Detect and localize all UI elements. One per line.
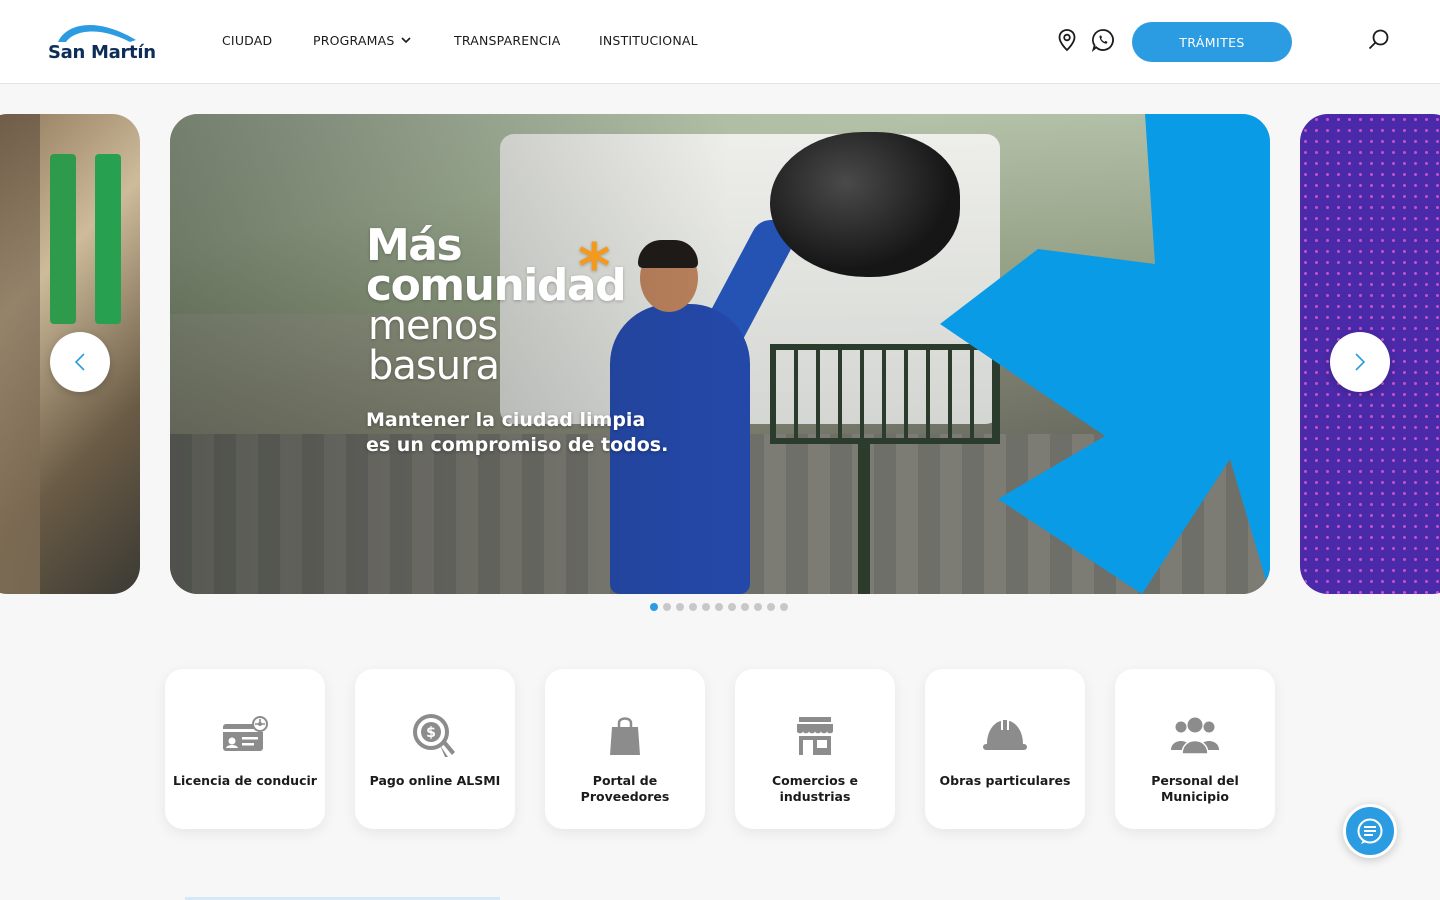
subline-line-2: es un compromiso de todos. — [366, 434, 669, 456]
quick-access-label: Portal de Proveedores — [580, 773, 670, 804]
carousel-dot[interactable] — [780, 603, 788, 611]
slide-image-background — [0, 114, 40, 594]
quick-access-obras[interactable]: Obras particulares — [925, 669, 1085, 829]
chat-button[interactable] — [1343, 804, 1397, 858]
chat-bubble-icon — [1357, 818, 1383, 844]
headline-asterisk: * — [578, 230, 611, 303]
carousel-prev-button[interactable] — [50, 332, 110, 392]
chevron-left-icon — [74, 353, 85, 371]
quick-access-label: Personal del Municipio — [1151, 773, 1239, 804]
svg-text:$: $ — [426, 725, 436, 741]
nav-institucional[interactable]: INSTITUCIONAL — [599, 33, 698, 48]
quick-access-pago-online[interactable]: $ Pago online ALSMI — [355, 669, 515, 829]
chevron-right-icon — [1355, 353, 1366, 371]
carousel-dot[interactable] — [767, 603, 775, 611]
slide-headline: Más comunidad * menos basura — [366, 224, 627, 389]
quick-access-personal[interactable]: Personal del Municipio — [1115, 669, 1275, 829]
quick-access-label: Licencia de conducir — [173, 773, 317, 788]
headline-line-3: menos — [368, 303, 498, 349]
driver-license-icon — [220, 713, 270, 759]
nav-programas[interactable]: PROGRAMAS — [313, 33, 411, 48]
quick-access-label: Obras particulares — [939, 773, 1071, 788]
carousel-dot[interactable] — [715, 603, 723, 611]
carousel-next-button[interactable] — [1330, 332, 1390, 392]
site-header: San Martín CIUDAD PROGRAMAS TRANSPARENCI… — [0, 0, 1440, 84]
hard-hat-icon — [980, 713, 1030, 759]
storefront-icon — [790, 713, 840, 759]
carousel-dot[interactable] — [663, 603, 671, 611]
carousel-dot[interactable] — [754, 603, 762, 611]
headline-line-4: basura — [368, 343, 500, 389]
shopping-bag-icon — [600, 713, 650, 759]
nav-transparencia[interactable]: TRANSPARENCIA — [454, 33, 560, 48]
slide-image-detail — [95, 154, 121, 324]
online-payment-icon: $ — [410, 713, 460, 759]
carousel-dot[interactable] — [702, 603, 710, 611]
slide-image-detail — [50, 154, 76, 324]
carousel-dot[interactable] — [728, 603, 736, 611]
quick-access-portal-proveedores[interactable]: Portal de Proveedores — [545, 669, 705, 829]
tramites-button[interactable]: TRÁMITES — [1132, 22, 1292, 62]
people-group-icon — [1170, 713, 1220, 759]
carousel-pagination — [650, 603, 788, 613]
chevron-down-icon — [400, 37, 411, 44]
slide-subline: Mantener la ciudad limpia es un compromi… — [366, 408, 668, 458]
carousel-slide-active[interactable]: Más comunidad * menos basura Mantener la… — [170, 114, 1270, 594]
nav-programas-label: PROGRAMAS — [313, 33, 395, 48]
carousel-dot[interactable] — [676, 603, 684, 611]
logo-arc-icon — [58, 25, 136, 42]
nav-ciudad[interactable]: CIUDAD — [222, 33, 272, 48]
whatsapp-icon[interactable] — [1090, 27, 1116, 53]
quick-access-licencia[interactable]: Licencia de conducir — [165, 669, 325, 829]
carousel-dot[interactable] — [650, 603, 658, 611]
subline-line-1: Mantener la ciudad limpia — [366, 409, 646, 431]
location-pin-icon[interactable] — [1054, 27, 1080, 53]
logo-text: San Martín — [48, 42, 156, 63]
search-icon[interactable] — [1366, 27, 1392, 53]
carousel-dot[interactable] — [689, 603, 697, 611]
carousel-dot[interactable] — [741, 603, 749, 611]
quick-access-comercios[interactable]: Comercios e industrias — [735, 669, 895, 829]
quick-access-label: Pago online ALSMI — [369, 773, 501, 788]
quick-access-label: Comercios e industrias — [772, 773, 858, 804]
san-martin-logo[interactable]: San Martín — [48, 18, 156, 66]
